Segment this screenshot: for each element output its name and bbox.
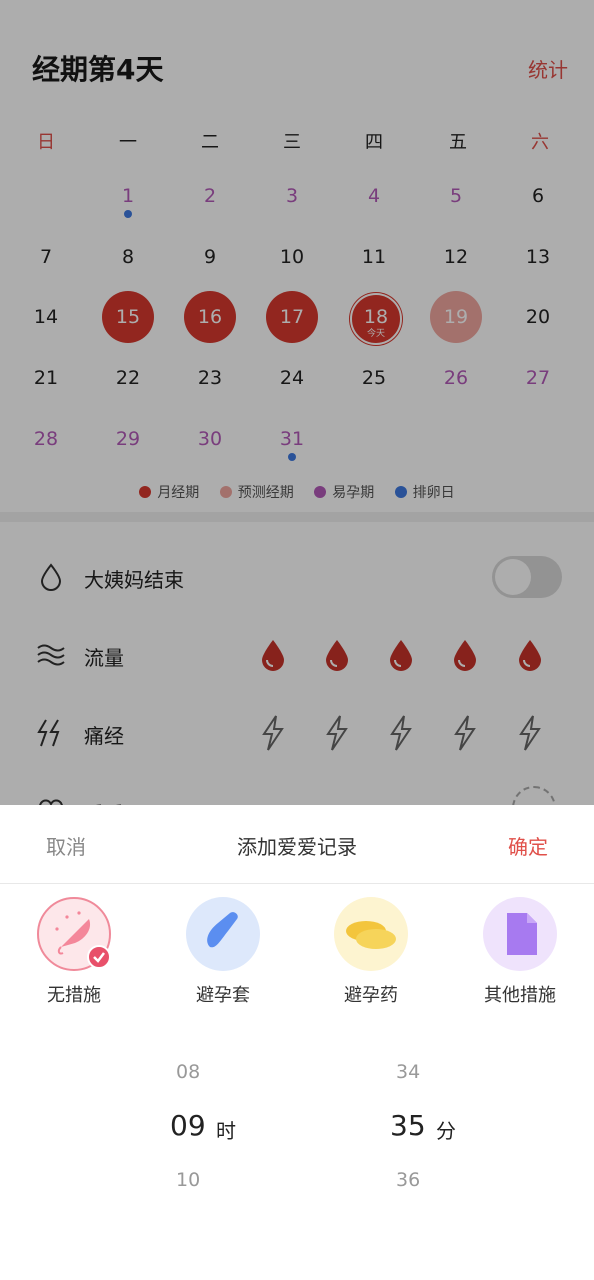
minute-unit: 分	[436, 1119, 456, 1143]
hour-prev: 08	[176, 1061, 201, 1083]
pill-icon	[334, 897, 408, 971]
other-measures-icon	[483, 897, 557, 971]
option-label: 避孕药	[344, 985, 398, 1006]
condom-icon	[186, 897, 260, 971]
confirm-button[interactable]: 确定	[508, 831, 548, 860]
option-label: 其他措施	[484, 985, 556, 1006]
minute-value: 35	[390, 1109, 426, 1142]
selected-check-icon	[87, 945, 111, 969]
no-protection-icon	[37, 897, 111, 971]
pill-shape-icon	[346, 921, 396, 949]
option-other[interactable]: 其他措施	[460, 897, 580, 1007]
minute-picker[interactable]: 34 35 分 36	[370, 1059, 480, 1199]
hour-next: 10	[176, 1169, 201, 1191]
sheet-title: 添加爱爱记录	[237, 835, 357, 859]
document-icon	[507, 913, 537, 955]
minute-next: 36	[396, 1169, 421, 1191]
option-no-protection[interactable]: 无措施	[14, 897, 134, 1007]
condom-shape-icon	[207, 912, 238, 948]
modal-overlay[interactable]	[0, 0, 594, 805]
minute-prev: 34	[396, 1061, 421, 1083]
sheet-header: 取消 添加爱爱记录 确定	[0, 805, 594, 884]
option-label: 无措施	[47, 985, 101, 1006]
add-love-sheet: 取消 添加爱爱记录 确定 无措施 避孕套 避孕药 其他措施 08 09 时 10…	[0, 805, 594, 1280]
hour-picker[interactable]: 08 09 时 10	[150, 1059, 260, 1199]
hour-value: 09	[170, 1109, 206, 1142]
option-label: 避孕套	[196, 985, 250, 1006]
hour-unit: 时	[216, 1119, 236, 1143]
option-pill[interactable]: 避孕药	[311, 897, 431, 1007]
option-condom[interactable]: 避孕套	[163, 897, 283, 1007]
